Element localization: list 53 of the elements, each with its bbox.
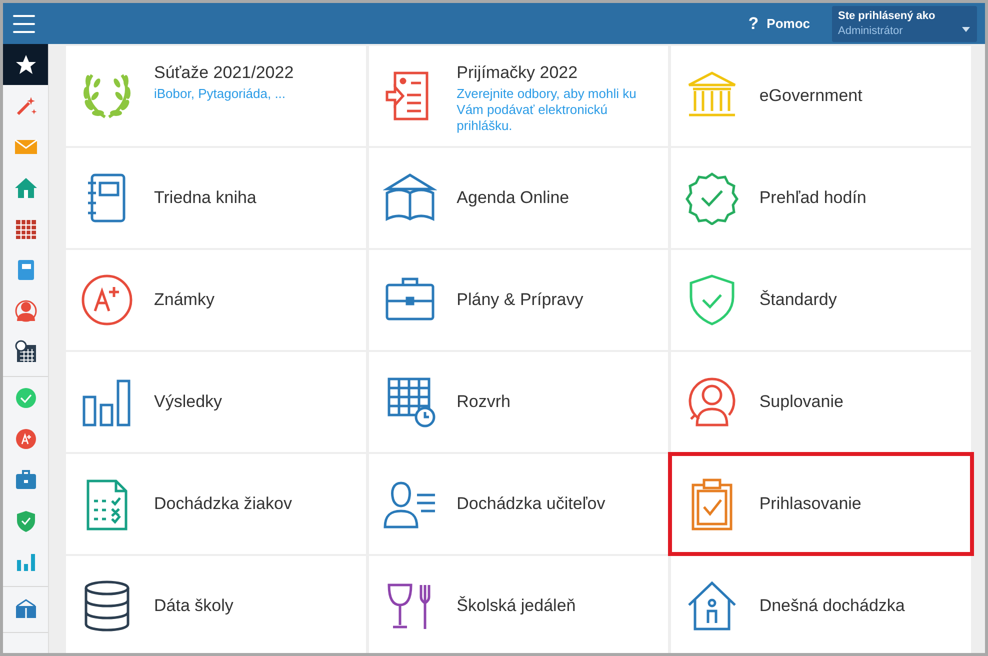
tile-title: Školská jedáleň [456, 596, 576, 616]
tile-title: Rozvrh [456, 392, 511, 412]
tile-title: Dáta školy [154, 596, 234, 616]
user-icon [14, 298, 38, 322]
home-icon [14, 176, 38, 200]
app-tile[interactable]: Prijímačky 2022 Zverejnite odbory, aby mohli ku Vám podávať elektronickú prihlášku. [368, 46, 668, 146]
help-icon: ? [748, 14, 759, 34]
tile-title: Dnešná dochádzka [759, 596, 905, 616]
tile-title: Suplovanie [759, 392, 844, 412]
tile-title: Triedna kniha [154, 188, 256, 208]
tile-title: Agenda Online [456, 188, 570, 208]
check-badge-icon [685, 171, 740, 225]
tile-description: Zverejnite odbory, aby mohli ku Vám podávať elektronickú prihlášku. [456, 86, 638, 134]
tile-title: Prijímačky 2022 [456, 63, 579, 83]
app-tile[interactable]: Agenda Online [368, 148, 668, 248]
briefcase-icon [14, 468, 38, 492]
check-badge-icon [14, 386, 38, 410]
app-tile[interactable]: Dnešná dochádzka [671, 556, 971, 653]
app-tile[interactable]: Prehľad hodín [671, 148, 971, 248]
calendar-clock-icon [14, 340, 38, 364]
tile-title: Dochádzka žiakov [154, 494, 292, 514]
tile-title: Prihlasovanie [759, 494, 862, 514]
app-tile[interactable]: Známky [66, 250, 366, 350]
app-tile[interactable]: Štandardy [671, 250, 971, 350]
app-tile[interactable]: Suplovanie [671, 352, 971, 452]
user-menu[interactable]: Ste prihlásený ako Administrátor [832, 6, 977, 42]
app-tile[interactable]: Dochádzka učiteľov [368, 454, 668, 554]
tile-title: Výsledky [154, 392, 222, 412]
app-tile[interactable]: Výsledky [66, 352, 366, 452]
star-icon [14, 52, 38, 76]
tile-description: iBobor, Pytagoriáda, ... [154, 86, 287, 102]
tile-title: Známky [154, 290, 214, 310]
app-tile[interactable]: eGovernment [671, 46, 971, 146]
menu-icon[interactable] [13, 14, 35, 32]
help-link[interactable]: ? Pomoc [748, 14, 810, 34]
grade-circle-icon [80, 273, 134, 327]
tile-title: Dochádzka učiteľov [456, 494, 606, 514]
app-tile[interactable]: Plány & Prípravy [368, 250, 668, 350]
app-tile[interactable]: Prihlasovanie [671, 454, 971, 554]
tile-title: Prehľad hodín [759, 188, 866, 208]
grade-icon [14, 426, 38, 450]
app-tile[interactable]: Školská jedáleň [368, 556, 668, 653]
tile-title: Štandardy [759, 290, 837, 310]
app-tile[interactable]: Súťaže 2021/2022 iBobor, Pytagoriáda, ... [66, 46, 366, 146]
caret-icon [962, 26, 970, 32]
sidebar-item[interactable] [3, 44, 48, 85]
app-tile[interactable]: Rozvrh [368, 352, 668, 452]
app-tile[interactable]: Dochádzka žiakov [66, 454, 366, 554]
app-tile[interactable]: Triedna kniha [66, 148, 366, 248]
tile-title: Súťaže 2021/2022 [154, 63, 294, 83]
tile-title: eGovernment [759, 86, 862, 106]
app-tile[interactable]: Dáta školy [66, 556, 366, 653]
tile-title: Plány & Prípravy [456, 290, 584, 310]
